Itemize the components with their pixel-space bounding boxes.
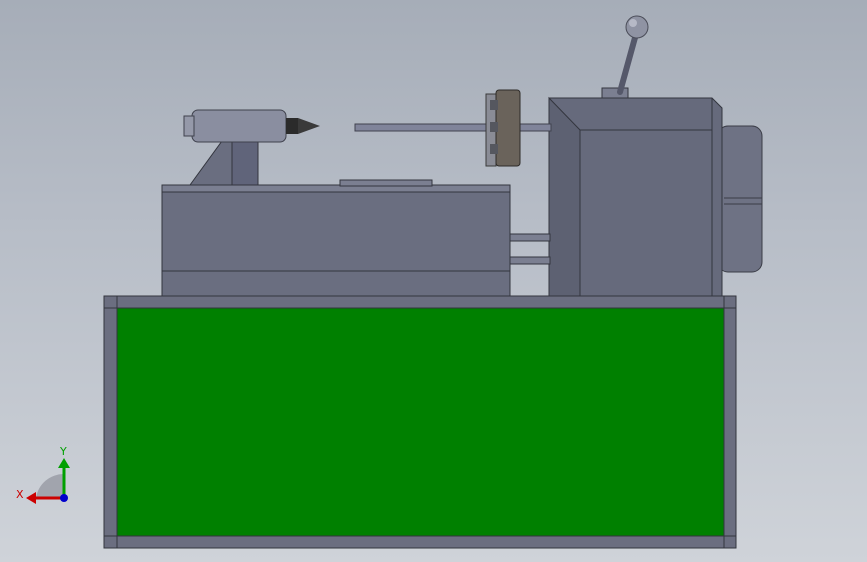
reference-triad: Y X <box>16 445 70 504</box>
z-axis-dot <box>60 494 68 502</box>
cad-viewport[interactable]: Y X <box>0 0 867 562</box>
motor-housing[interactable] <box>717 125 763 273</box>
base-panel <box>116 307 725 537</box>
model-view[interactable]: Y X <box>0 0 867 562</box>
tailstock[interactable] <box>183 109 320 186</box>
spindle-shaft[interactable] <box>354 123 552 132</box>
x-axis-label: X <box>16 488 24 501</box>
base-cabinet[interactable] <box>103 295 737 549</box>
chuck[interactable] <box>485 89 521 167</box>
guide-rods[interactable] <box>509 233 551 265</box>
triad-quadrant-icon <box>36 473 64 498</box>
headstock[interactable] <box>548 96 723 299</box>
carriage[interactable] <box>161 179 511 297</box>
gear-lever[interactable] <box>601 15 649 99</box>
y-axis-label: Y <box>59 445 67 458</box>
